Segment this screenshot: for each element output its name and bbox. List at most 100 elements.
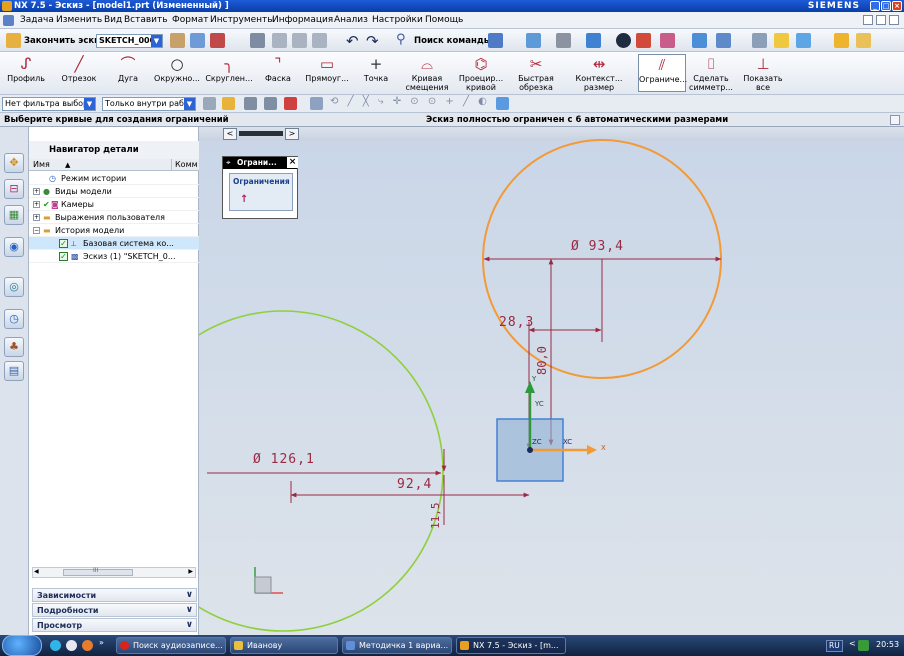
line-button[interactable]: ╱ Отрезок [58, 54, 100, 92]
quicklaunch-firefox-icon[interactable] [82, 640, 93, 651]
doc-close-button[interactable] [889, 15, 899, 25]
dimension-diameter-large[interactable]: Ø 126,1 [253, 452, 315, 467]
finish-sketch-button[interactable]: Закончить эскиз [24, 34, 105, 48]
scope-select[interactable]: Только внутри рабо ▼ [102, 97, 196, 111]
maximize-button[interactable]: □ [881, 1, 891, 11]
command-search-button[interactable]: Поиск команды [414, 34, 491, 48]
show-hide-icon[interactable] [716, 33, 731, 48]
part-navigator-icon[interactable]: ▦ [4, 205, 24, 225]
task-opera[interactable]: Поиск аудиозаписе... [116, 637, 226, 654]
panel-dependencies[interactable]: Зависимости ∨ [32, 588, 197, 602]
cut-icon[interactable] [272, 33, 287, 48]
dimension-horizontal-large[interactable]: 92,4 [397, 477, 432, 492]
task-folder[interactable]: Иванову [230, 637, 338, 654]
constraints-button[interactable]: ⫽ Ограниче... [638, 54, 687, 92]
select-all-icon[interactable] [310, 97, 323, 110]
web-browser-icon[interactable]: ◎ [4, 277, 24, 297]
graphics-window[interactable]: < > Ø 93,4 28,3 80,0 Ø 126,1 92,4 11,5 Y… [199, 127, 904, 635]
column-name-header[interactable]: Имя [33, 159, 50, 171]
constraints-dialog-header[interactable]: Ограни... [223, 157, 297, 169]
tree-row-datum-csys[interactable]: ✓ ⟂ Базовая система ко... [29, 237, 199, 250]
system-materials-icon[interactable]: ♣ [4, 337, 24, 357]
quick-trim-button[interactable]: ✂ Быстрая обрезка [514, 54, 558, 92]
circle-large[interactable] [199, 310, 444, 632]
close-button[interactable]: × [892, 1, 902, 11]
point-button[interactable]: + Точка [360, 54, 392, 92]
view-orient-icon[interactable] [586, 33, 601, 48]
quicklaunch-browser-icon[interactable] [50, 640, 61, 651]
constraint-arrow-icon[interactable]: ↑ [240, 194, 248, 205]
snap-endpoint-icon[interactable] [244, 97, 257, 110]
layer-icon[interactable] [692, 33, 707, 48]
dialog-close-icon[interactable]: × [287, 157, 298, 168]
offset-curve-button[interactable]: ⌓ Кривая смещения [402, 54, 452, 92]
dimension-vertical-offset[interactable]: 80,0 [535, 346, 549, 375]
menu-format[interactable]: Формат [172, 12, 209, 29]
tree-row-history-mode[interactable]: ◷ Режим истории [29, 172, 199, 185]
tree-row-model-history[interactable]: − ▬ История модели [29, 224, 199, 237]
minimize-button[interactable]: _ [870, 1, 880, 11]
tray-app-icon[interactable] [858, 640, 869, 651]
collapse-icon[interactable]: − [33, 227, 40, 234]
profile-button[interactable]: ᔑ Профиль [6, 54, 46, 92]
shaded-edges-icon[interactable] [636, 33, 651, 48]
shading-icon[interactable] [616, 33, 631, 48]
color-icon[interactable] [834, 33, 849, 48]
stack-icon[interactable] [752, 33, 767, 48]
rectangle-button[interactable]: ▭ Прямоуг... [302, 54, 352, 92]
dimension-diameter-small[interactable]: Ø 93,4 [571, 239, 624, 254]
menu-task[interactable]: Задача [20, 12, 54, 29]
scroll-right-icon[interactable]: ▶ [188, 568, 193, 575]
menu-tools[interactable]: Инструменты [210, 12, 274, 29]
scroll-left-icon[interactable]: ◀ [34, 568, 39, 575]
visibility-checkbox[interactable]: ✓ [59, 239, 68, 248]
quicklaunch-media-icon[interactable] [66, 640, 77, 651]
status-options-icon[interactable] [890, 115, 900, 125]
rapid-dimension-button[interactable]: ⇹ Контекст... размер [572, 54, 626, 92]
start-button[interactable] [2, 635, 42, 656]
filter-icon[interactable] [203, 97, 216, 110]
menu-view[interactable]: Вид [104, 12, 122, 29]
menu-settings[interactable]: Настройки [372, 12, 423, 29]
project-curve-button[interactable]: ⌬ Проецир... кривой [456, 54, 506, 92]
wcs-snap-icon[interactable] [496, 97, 509, 110]
tree-row-model-views[interactable]: + ● Виды модели [29, 185, 199, 198]
menu-edit[interactable]: Изменить [56, 12, 102, 29]
assembly-navigator-icon[interactable]: ✥ [4, 153, 24, 173]
horizontal-scrollbar[interactable]: ◀ III ▶ [32, 567, 196, 578]
menu-analysis[interactable]: Анализ [334, 12, 368, 29]
reattach-icon[interactable] [210, 33, 225, 48]
menu-help[interactable]: Помощь [425, 12, 463, 29]
copy-icon[interactable] [292, 33, 307, 48]
doc-restore-button[interactable] [876, 15, 886, 25]
clock[interactable]: 20:53 [876, 640, 899, 649]
snap-points-icons[interactable]: ⟲ ╱ ╳ ⤷ ✛ ⊙ ⊙ + ╱ ◐ [330, 96, 490, 107]
visibility-checkbox[interactable]: ✓ [59, 252, 68, 261]
fillet-button[interactable]: ╮ Скруглен... [204, 54, 254, 92]
redo-icon[interactable]: ↷ [366, 32, 379, 50]
arc-button[interactable]: ⌒ Дуга [110, 54, 146, 92]
edit-object-icon[interactable] [774, 33, 789, 48]
save-icon[interactable] [250, 33, 265, 48]
hatch-icon[interactable] [856, 33, 871, 48]
sketch-name-select[interactable]: SKETCH_000 ▼ [96, 34, 163, 48]
chamfer-button[interactable]: ⌝ Фаска [260, 54, 296, 92]
tree-row-sketch[interactable]: ✓ ▩ Эскиз (1) "SKETCH_0... [29, 250, 199, 263]
visibility-icon[interactable] [660, 33, 675, 48]
type-filter-select[interactable]: Нет фильтра выбор ▼ [2, 97, 96, 111]
undo-icon[interactable]: ↶ [346, 32, 359, 50]
tree-row-user-expressions[interactable]: + ▬ Выражения пользователя [29, 211, 199, 224]
expand-icon[interactable]: + [33, 188, 40, 195]
wcs-icon[interactable] [796, 33, 811, 48]
info-icon[interactable] [488, 33, 503, 48]
make-symmetric-button[interactable]: ⌷ Сделать симметр... [688, 54, 734, 92]
paste-icon[interactable] [312, 33, 327, 48]
task-word[interactable]: Методичка 1 вариа... [342, 637, 452, 654]
dialog-pin-icon[interactable]: ⌖ [226, 158, 231, 168]
snap-midpoint-icon[interactable] [264, 97, 277, 110]
circle-button[interactable]: ○ Окружно... [152, 54, 202, 92]
tray-expand-icon[interactable]: < [849, 639, 856, 648]
snap-center-icon[interactable] [284, 97, 297, 110]
menu-insert[interactable]: Вставить [124, 12, 168, 29]
tree-row-cameras[interactable]: + ✔ ◙ Камеры [29, 198, 199, 211]
